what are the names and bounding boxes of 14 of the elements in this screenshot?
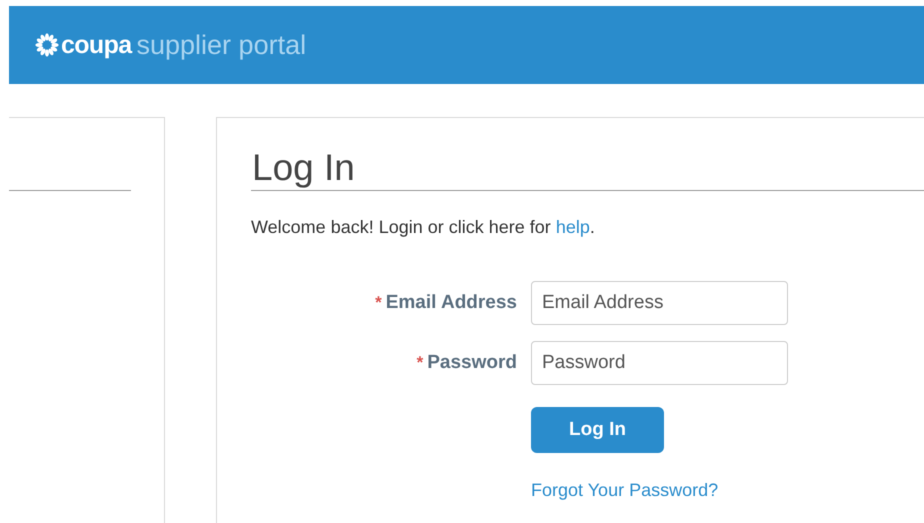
page-title: Log In bbox=[251, 148, 356, 188]
brand-name: coupa bbox=[61, 32, 132, 58]
forgot-password-link[interactable]: Forgot Your Password? bbox=[531, 477, 718, 504]
login-button[interactable]: Log In bbox=[531, 407, 664, 453]
logo-icon bbox=[35, 33, 59, 57]
input-field[interactable]: Email Address bbox=[531, 281, 788, 325]
required-mark: * bbox=[375, 292, 382, 314]
field-label: Password bbox=[427, 350, 517, 375]
input-field[interactable]: Password bbox=[531, 341, 788, 385]
help-link[interactable]: help bbox=[556, 217, 590, 237]
required-mark: * bbox=[416, 352, 424, 374]
field-label: Email Address bbox=[386, 290, 517, 315]
product-name: supplier portal bbox=[136, 32, 306, 58]
welcome-text: Welcome back! Login or click here for help. bbox=[251, 216, 596, 239]
